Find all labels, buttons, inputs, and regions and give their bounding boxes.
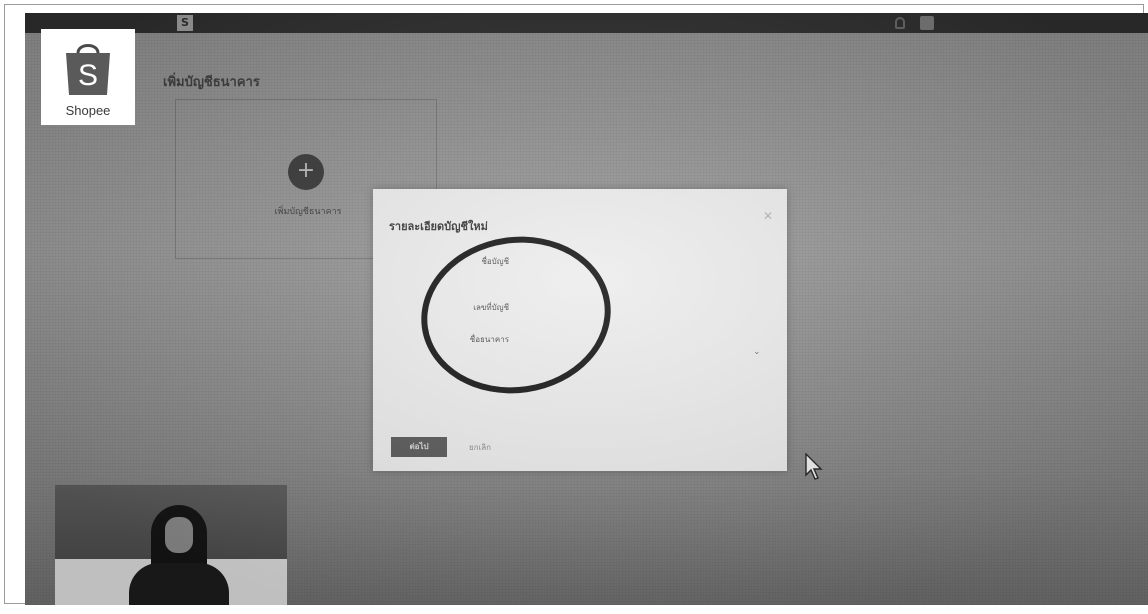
save-button[interactable]: ต่อไป <box>391 437 447 457</box>
cursor-icon <box>805 453 823 480</box>
app-icon[interactable]: S <box>177 15 193 31</box>
add-label[interactable]: เพิ่มบัญชีธนาคาร <box>258 204 358 218</box>
chevron-down-icon[interactable]: ⌄ <box>753 347 761 357</box>
profile-icon[interactable] <box>920 16 934 30</box>
modal-title: รายละเอียดบัญชีใหม่ <box>389 220 488 233</box>
webcam-overlay <box>55 485 287 605</box>
bag-letter: S <box>78 59 98 92</box>
cancel-button[interactable]: ยกเลิก <box>469 441 491 454</box>
presenter-body <box>129 563 229 605</box>
bell-icon[interactable] <box>895 17 905 29</box>
presenter-face <box>165 517 193 553</box>
top-bar: S <box>25 13 1148 33</box>
close-icon[interactable]: ✕ <box>763 209 773 223</box>
brand-name: Shopee <box>65 103 111 118</box>
photo-frame: S เพิ่มบัญชีธนาคาร + เพิ่มบัญชีธนาคาร รา… <box>4 4 1148 605</box>
shopee-bag-icon: S <box>66 44 110 95</box>
page-title: เพิ่มบัญชีธนาคาร <box>163 75 260 90</box>
photographed-screen: S เพิ่มบัญชีธนาคาร + เพิ่มบัญชีธนาคาร รา… <box>25 13 1148 605</box>
add-circle-icon[interactable]: + <box>288 154 324 190</box>
shopee-logo: S Shopee <box>41 29 135 125</box>
